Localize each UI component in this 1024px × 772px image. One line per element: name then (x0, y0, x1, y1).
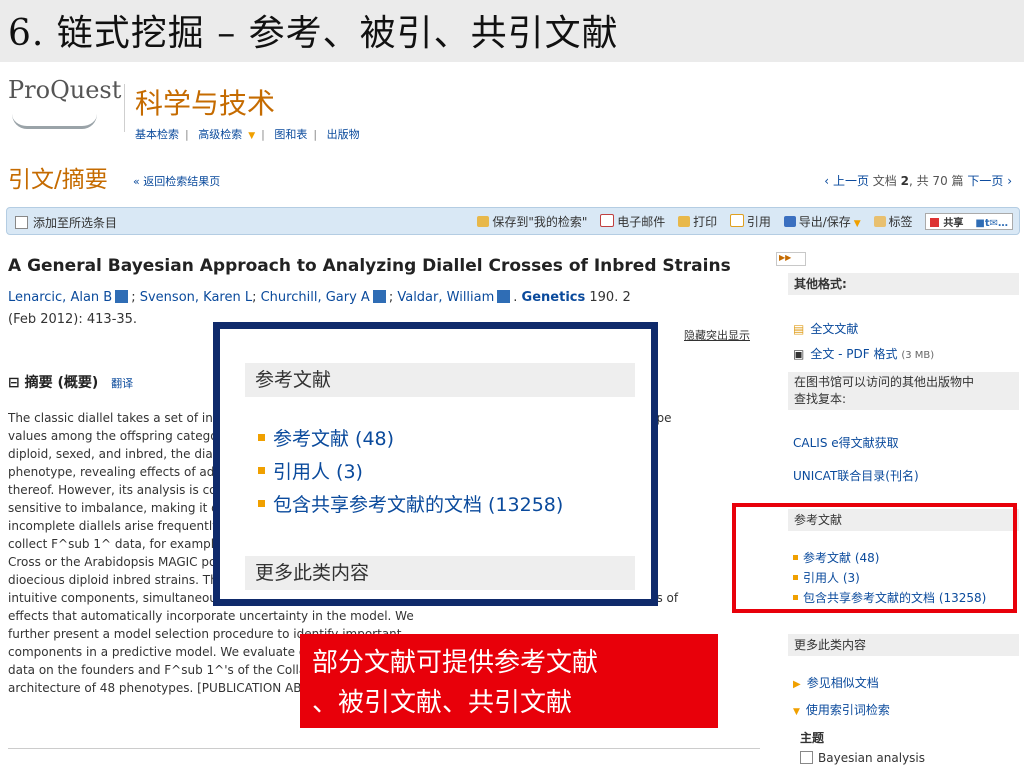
bullet-icon (258, 500, 265, 507)
share-icon (930, 218, 940, 227)
chevron-right-icon: ▶ (793, 679, 801, 690)
chevron-down-icon: ▼ (853, 219, 861, 229)
checkbox-icon[interactable] (15, 216, 28, 229)
export-save-button[interactable]: 导出/保存 ▼ (783, 215, 861, 229)
next-icon[interactable]: › (1007, 174, 1012, 188)
nav-advanced-search[interactable]: 高级检索 (198, 128, 242, 141)
save-search-button[interactable]: 保存到"我的检索" (477, 215, 587, 229)
see-similar-link[interactable]: ▶ 参见相似文档 (793, 674, 879, 691)
share-button[interactable]: 共享 ■t✉… (925, 213, 1013, 230)
author-link[interactable]: Churchill, Gary A (261, 290, 370, 305)
page-title: 引文/摘要 (8, 167, 108, 193)
unicat-link[interactable]: UNICAT联合目录(刊名) (793, 467, 919, 484)
divider (8, 748, 760, 749)
app-title: 科学与技术 (135, 87, 276, 120)
abstract-heading: ⊟ 摘要 (概要) 翻译 (8, 375, 134, 391)
annotation-callout: 部分文献可提供参考文献 、被引文献、共引文献 (300, 634, 718, 728)
zoom-panel: 参考文献 参考文献 (48) 引用人 (3) 包含共享参考文献的文档 (1325… (213, 322, 658, 606)
expand-sidebar-icon[interactable]: ▶▶ (776, 252, 806, 266)
highlight-box (732, 503, 1017, 613)
prev-icon[interactable]: ‹ (824, 174, 829, 188)
subject-term[interactable]: Bayesian analysis (800, 751, 925, 765)
bullet-icon (258, 434, 265, 441)
nav-divider: | (313, 128, 318, 141)
tags-button[interactable]: 标签 (873, 215, 913, 229)
volume: 190. 2 (589, 290, 631, 305)
collapse-icon[interactable]: ⊟ (8, 375, 20, 391)
print-button[interactable]: 打印 (678, 215, 717, 229)
logo-swoosh-icon (12, 114, 97, 129)
author-link[interactable]: Valdar, William (397, 290, 494, 305)
checkbox-icon[interactable] (800, 751, 813, 764)
slide-title: 6. 链式挖掘 – 参考、被引、共引文献 (8, 13, 619, 54)
index-search-link[interactable]: ▼ 使用索引词检索 (793, 701, 890, 718)
abstract-line: effects that automatically incorporate u… (8, 609, 414, 623)
author-link[interactable]: Svenson, Karen L (140, 290, 252, 305)
back-to-results-link[interactable]: « 返回检索结果页 (133, 173, 220, 189)
cite-button[interactable]: 引用 (729, 214, 771, 229)
bullet-icon (258, 467, 265, 474)
full-text-pdf-link[interactable]: ▣ 全文 - PDF 格式 (3 MB) (793, 345, 934, 362)
zoom-references-heading: 参考文献 (245, 363, 635, 397)
zoom-more-like-this-heading: 更多此类内容 (245, 556, 635, 590)
document-icon: ▤ (793, 322, 805, 336)
add-to-selected-label: 添加至所选条目 (33, 216, 118, 230)
callout-line: 部分文献可提供参考文献 (312, 648, 599, 678)
chevron-down-icon: ▼ (793, 707, 800, 717)
zoom-references-link[interactable]: 参考文献 (48) (258, 424, 394, 451)
email-button[interactable]: 电子邮件 (600, 214, 665, 229)
add-to-selected[interactable]: 添加至所选条目 (15, 214, 117, 231)
other-formats-heading: 其他格式: (788, 273, 1019, 295)
translate-link[interactable]: 翻译 (111, 377, 133, 390)
nav-publications[interactable]: 出版物 (327, 128, 360, 141)
doc-label: 文档 (872, 174, 897, 188)
calis-link[interactable]: CALIS e得文献获取 (793, 434, 899, 451)
action-toolbar: 添加至所选条目 保存到"我的检索" 电子邮件 打印 引用 导出/保存 ▼ 标签 共… (6, 207, 1020, 235)
find-copy-note: 在图书馆可以访问的其他出版物中 查找复本: (788, 372, 1019, 410)
social-icons[interactable]: ■t✉… (975, 218, 1008, 229)
date-pages: (Feb 2012): 413-35. (8, 312, 138, 327)
document-icon (729, 214, 744, 227)
article-title[interactable]: A General Bayesian Approach to Analyzing… (8, 256, 731, 276)
subject-label: 主题 (800, 731, 825, 745)
next-link[interactable]: 下一页 (967, 174, 1003, 188)
nav-figures-tables[interactable]: 图和表 (274, 128, 307, 141)
folder-icon (477, 216, 490, 227)
header-divider (124, 84, 125, 132)
chevron-down-icon[interactable]: ▼ (248, 131, 255, 141)
doc-number: 2 (900, 174, 909, 188)
result-pager: ‹ 上一页 文档 2, 共 70 篇 下一页 › (824, 172, 1012, 189)
hide-highlight-link[interactable]: 隐藏突出显示 (684, 327, 750, 343)
tag-icon (873, 216, 886, 227)
disk-icon (783, 216, 796, 227)
nav-divider: | (261, 128, 265, 141)
envelope-icon (600, 214, 615, 227)
journal-link[interactable]: Genetics (522, 290, 586, 305)
nav-basic-search[interactable]: 基本检索 (135, 128, 179, 141)
author-link[interactable]: Lenarcic, Alan B (8, 290, 112, 305)
toolbar-actions: 保存到"我的检索" 电子邮件 打印 引用 导出/保存 ▼ 标签 共享 ■t✉… (468, 213, 1013, 230)
proquest-logo[interactable]: ProQuest (8, 76, 121, 104)
callout-line: 、被引文献、共引文献 (312, 688, 573, 718)
zoom-cited-by-link[interactable]: 引用人 (3) (258, 457, 363, 484)
slide-title-bar: 6. 链式挖掘 – 参考、被引、共引文献 (0, 0, 1024, 62)
app-nav: 基本检索 | 高级检索 ▼ | 图和表 | 出版物 (135, 126, 366, 142)
more-like-this-heading: 更多此类内容 (788, 634, 1019, 656)
prev-link[interactable]: 上一页 (833, 174, 869, 188)
author-profile-icon[interactable] (372, 290, 386, 303)
pdf-icon: ▣ (793, 347, 805, 361)
author-profile-icon[interactable] (115, 290, 129, 303)
printer-icon (678, 216, 691, 227)
nav-divider: | (185, 128, 189, 141)
zoom-shared-references-link[interactable]: 包含共享参考文献的文档 (13258) (258, 490, 563, 517)
author-profile-icon[interactable] (497, 290, 511, 303)
doc-total: , 共 70 篇 (908, 174, 964, 188)
full-text-link[interactable]: ▤ 全文文献 (793, 320, 858, 337)
